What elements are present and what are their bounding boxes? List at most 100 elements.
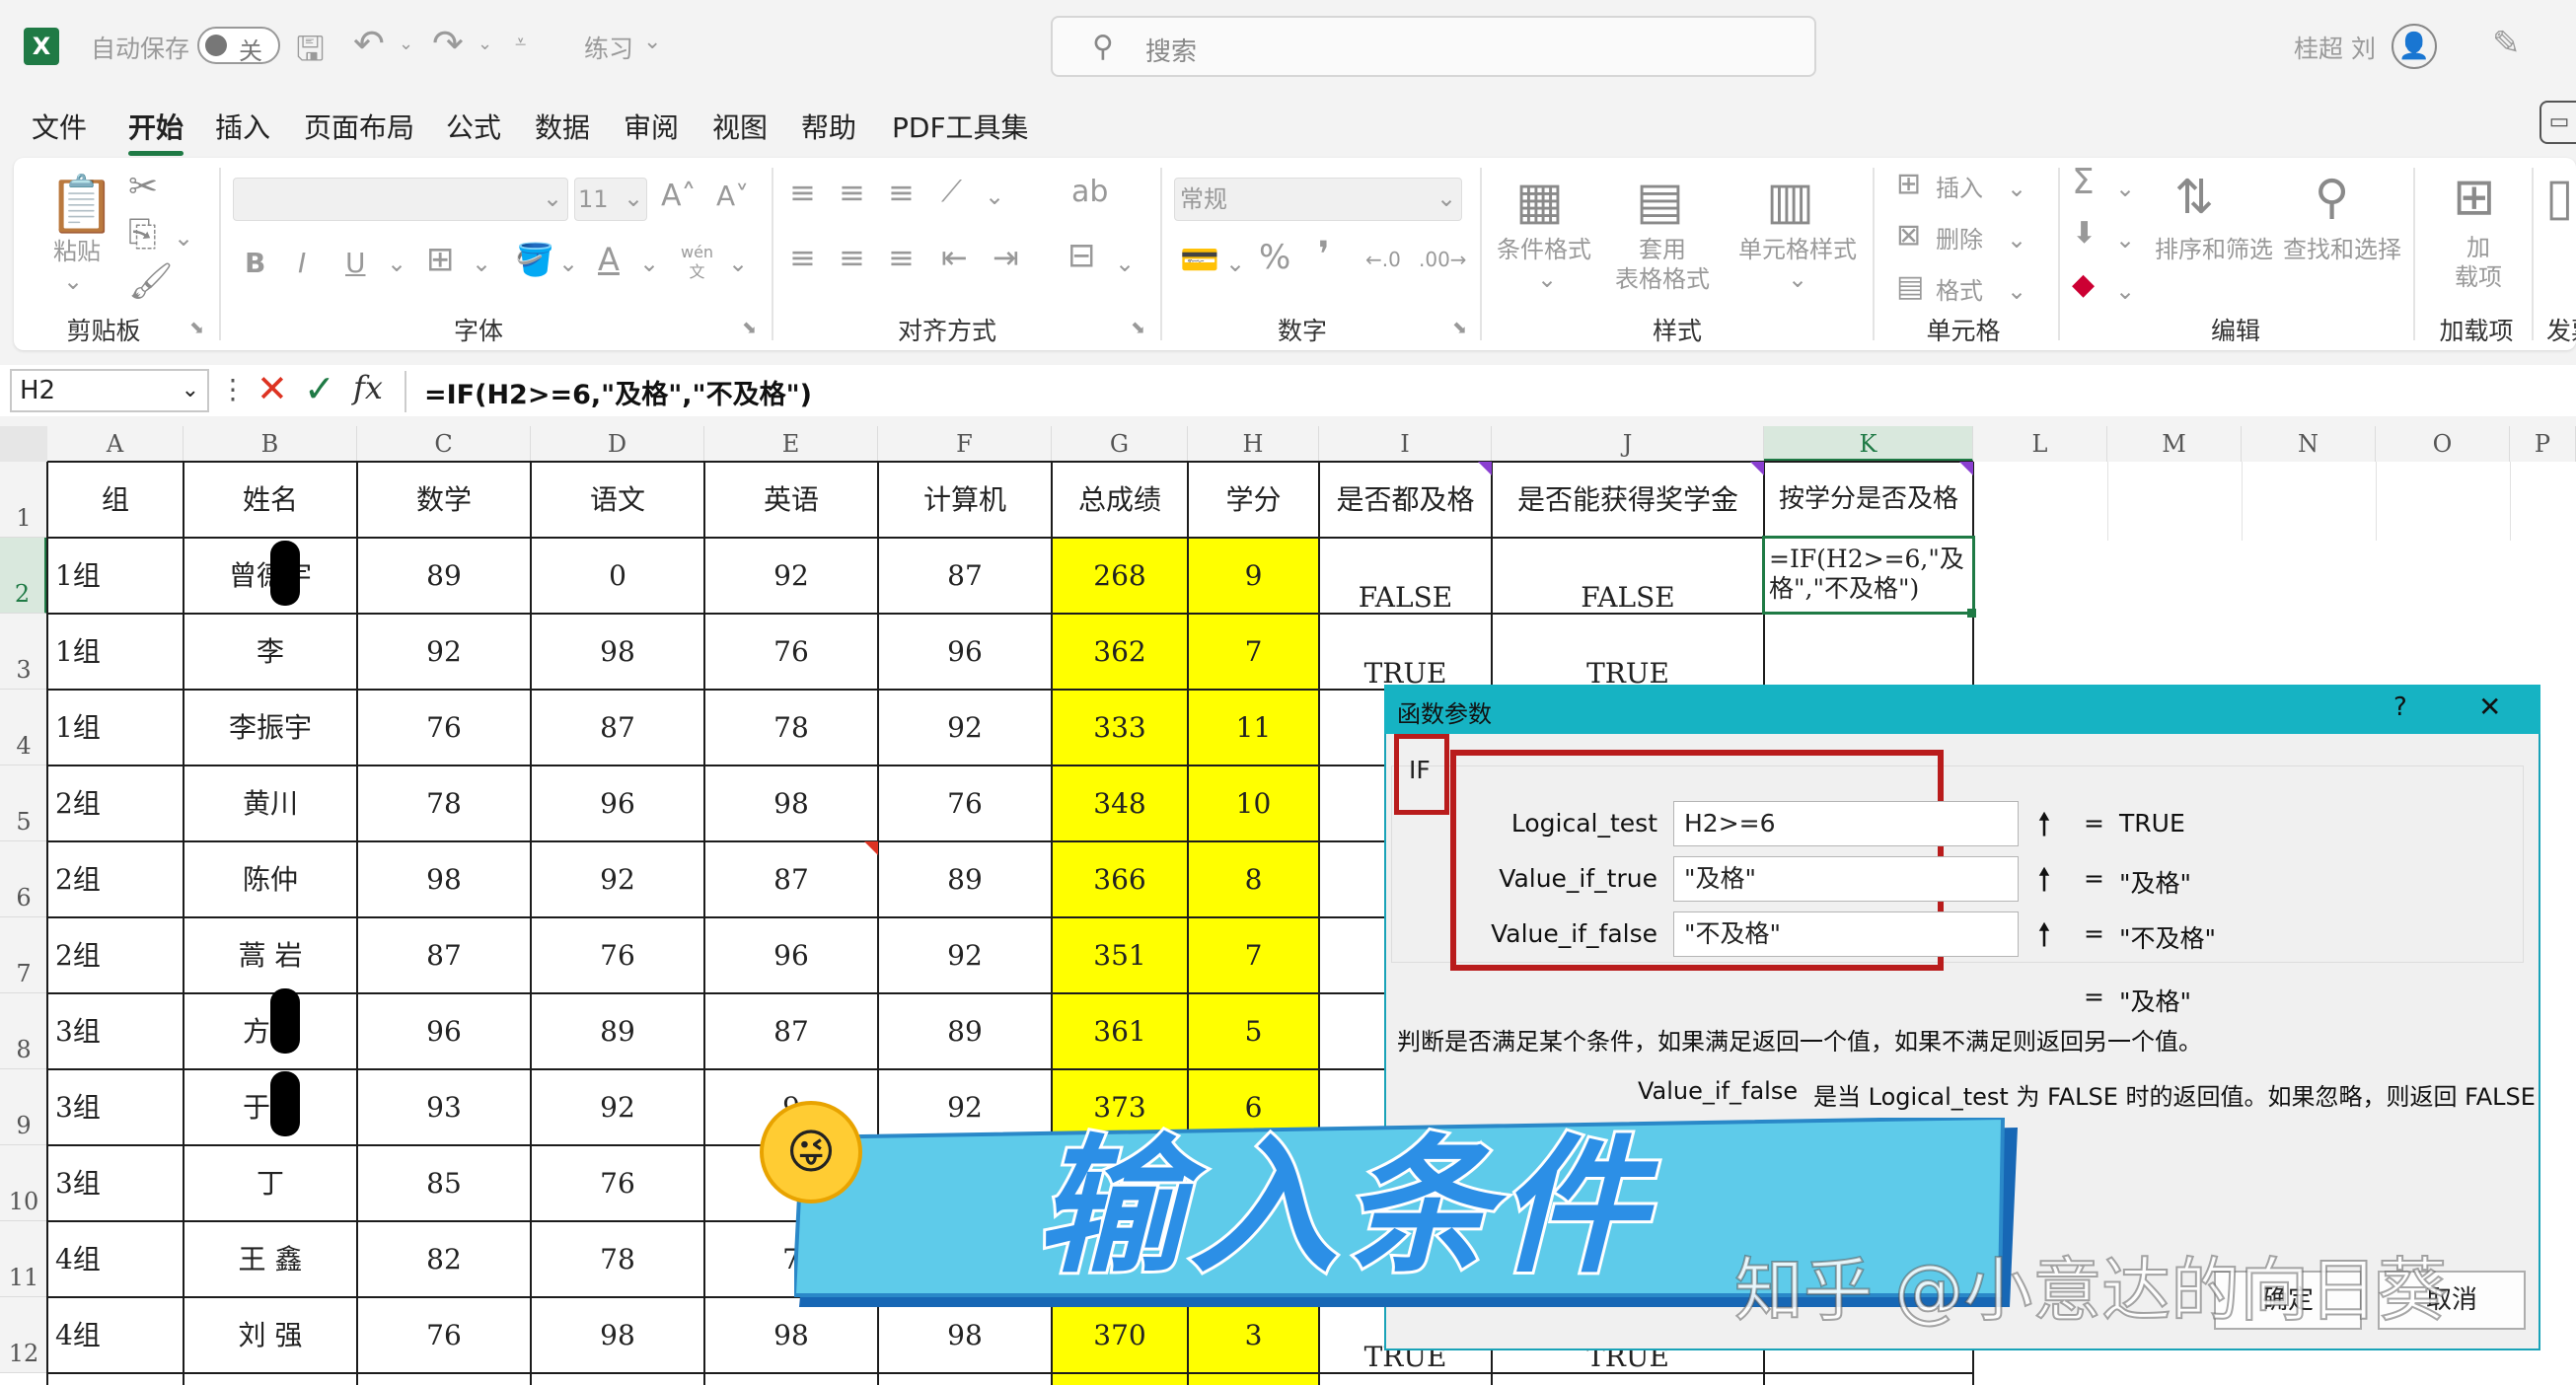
grow-font-icon[interactable]: A˄ (661, 182, 697, 211)
row-header[interactable]: 11 (0, 1221, 47, 1297)
data-cell[interactable]: 85 (357, 1145, 531, 1221)
format-cells-label[interactable]: 格式 (1936, 276, 1983, 306)
header-cell[interactable]: 姓名 (184, 462, 357, 538)
name-cell[interactable]: 王 鑫 (184, 1221, 357, 1297)
decrease-indent-icon[interactable]: ⇤ (941, 242, 968, 273)
autosave-toggle[interactable]: 关 (197, 27, 280, 65)
column-header-h[interactable]: H (1188, 426, 1319, 462)
italic-icon[interactable]: I (298, 249, 306, 278)
data-cell[interactable]: 9 (1188, 538, 1319, 614)
font-name-dropdown[interactable] (233, 178, 568, 221)
name-cell[interactable]: 蒿 岩 (184, 917, 357, 993)
format-chevron-icon[interactable]: ⌄ (2007, 276, 2026, 306)
autosum-icon[interactable]: Σ (2072, 165, 2095, 200)
select-all-corner[interactable] (0, 426, 47, 462)
column-header-e[interactable]: E (704, 426, 878, 462)
find-select-icon[interactable]: ⚲ (2315, 170, 2349, 225)
data-cell[interactable]: 3组 (47, 1069, 184, 1145)
data-cell[interactable]: 89 (357, 538, 531, 614)
collapse-icon[interactable]: 🠕 (2023, 857, 2066, 901)
align-bottom-icon[interactable]: ≡ (888, 177, 915, 208)
data-cell[interactable]: 351 (1052, 917, 1188, 993)
data-cell[interactable]: 89 (531, 993, 704, 1069)
name-cell[interactable]: 丁 (184, 1145, 357, 1221)
row-header[interactable]: 1 (0, 462, 47, 538)
data-cell[interactable]: 98 (357, 841, 531, 917)
clear-chevron-icon[interactable]: ⌄ (2115, 276, 2135, 306)
data-cell[interactable]: 362 (1052, 614, 1188, 690)
undo-dropdown-icon[interactable]: ⌄ (399, 34, 413, 54)
data-cell[interactable]: 10 (1188, 765, 1319, 841)
data-cell[interactable]: 98 (531, 1297, 704, 1373)
data-cell[interactable]: 2组 (47, 765, 184, 841)
comma-icon[interactable]: ❜ (1318, 238, 1330, 273)
column-header-g[interactable]: G (1052, 426, 1188, 462)
save-icon[interactable]: 🖫 (296, 26, 325, 82)
data-cell[interactable]: 98 (531, 614, 704, 690)
undo-icon[interactable]: ↶ (353, 22, 385, 65)
formula-input[interactable]: =IF(H2>=6,"及格","不及格") (424, 373, 812, 411)
underline-chevron-icon[interactable]: ⌄ (387, 249, 406, 278)
logical-test-input[interactable]: H2>=6 (1673, 801, 2019, 846)
copy-chevron-icon[interactable]: ⌄ (174, 223, 193, 253)
conditional-format-icon[interactable]: ▦ (1515, 172, 1564, 231)
header-cell[interactable]: 是否能获得奖学金 (1492, 462, 1764, 538)
data-cell[interactable]: TRUE (1492, 614, 1764, 690)
merge-chevron-icon[interactable]: ⌄ (1115, 249, 1135, 278)
fill-chevron-icon[interactable]: ⌄ (2115, 225, 2135, 255)
number-launcher-icon[interactable]: ⬊ (1452, 314, 1467, 343)
format-as-table-icon[interactable]: ▤ (1636, 172, 1684, 231)
data-cell[interactable]: 1组 (47, 538, 184, 614)
increase-indent-icon[interactable]: ⇥ (993, 242, 1019, 273)
data-cell[interactable]: 7 (1188, 614, 1319, 690)
shrink-font-icon[interactable]: A˅ (716, 182, 749, 211)
data-cell[interactable]: 11 (1188, 690, 1319, 765)
tab-page-layout[interactable]: 页面布局 (304, 107, 414, 146)
data-cell[interactable]: 5 (1188, 993, 1319, 1069)
header-cell[interactable]: 英语 (704, 462, 878, 538)
data-cell[interactable]: 78 (357, 765, 531, 841)
paste-label[interactable]: 粘贴 (47, 237, 107, 266)
format-cells-icon[interactable]: ▤ (1896, 272, 1924, 302)
cell-style-chevron-icon[interactable]: ⌄ (1788, 264, 1807, 294)
data-cell[interactable]: 76 (531, 917, 704, 993)
data-cell[interactable]: 78 (704, 690, 878, 765)
clear-icon[interactable]: ◆ (2072, 270, 2095, 300)
data-cell[interactable]: TRUE (1319, 614, 1492, 690)
data-cell[interactable]: 96 (878, 614, 1052, 690)
delete-cells-icon[interactable]: ⊠ (1896, 221, 1921, 251)
name-cell[interactable]: 黄川 (184, 765, 357, 841)
font-color-icon[interactable]: A (598, 244, 620, 275)
row-header[interactable]: 12 (0, 1297, 47, 1373)
align-left-icon[interactable]: ≡ (789, 242, 816, 273)
decrease-decimal-icon[interactable]: .00→ (1419, 245, 1467, 274)
data-cell[interactable]: 92 (878, 690, 1052, 765)
column-header-m[interactable]: M (2107, 426, 2242, 462)
insert-chevron-icon[interactable]: ⌄ (2007, 174, 2026, 203)
align-center-icon[interactable]: ≡ (839, 242, 865, 273)
more-icon[interactable]: ⋮ (219, 373, 247, 405)
data-cell[interactable]: 89 (878, 841, 1052, 917)
format-painter-icon[interactable]: 🖌 (128, 262, 174, 302)
data-cell[interactable]: 92 (357, 614, 531, 690)
border-icon[interactable]: ⊞ (426, 243, 455, 276)
row-header[interactable]: 4 (0, 690, 47, 765)
data-cell[interactable]: 8 (1188, 841, 1319, 917)
currency-chevron-icon[interactable]: ⌄ (1225, 249, 1245, 278)
paste-chevron-icon[interactable]: ⌄ (63, 266, 83, 296)
autosum-chevron-icon[interactable]: ⌄ (2115, 174, 2135, 203)
user-name[interactable]: 桂超 刘 (2294, 30, 2376, 65)
data-cell[interactable]: 87 (357, 917, 531, 993)
data-cell[interactable]: 93 (357, 1069, 531, 1145)
align-middle-icon[interactable]: ≡ (839, 177, 865, 208)
data-cell[interactable]: 92 (704, 538, 878, 614)
data-cell[interactable]: 333 (1052, 690, 1188, 765)
customize-qat-icon[interactable]: ⩡ (515, 30, 526, 53)
name-cell[interactable]: 李振宇 (184, 690, 357, 765)
column-header-i[interactable]: I (1319, 426, 1492, 462)
tab-review[interactable]: 审阅 (624, 107, 679, 146)
paste-icon[interactable]: 📋 (47, 176, 116, 235)
tab-view[interactable]: 视图 (712, 107, 768, 146)
row-header[interactable]: 9 (0, 1069, 47, 1145)
row-header[interactable]: 8 (0, 993, 47, 1069)
